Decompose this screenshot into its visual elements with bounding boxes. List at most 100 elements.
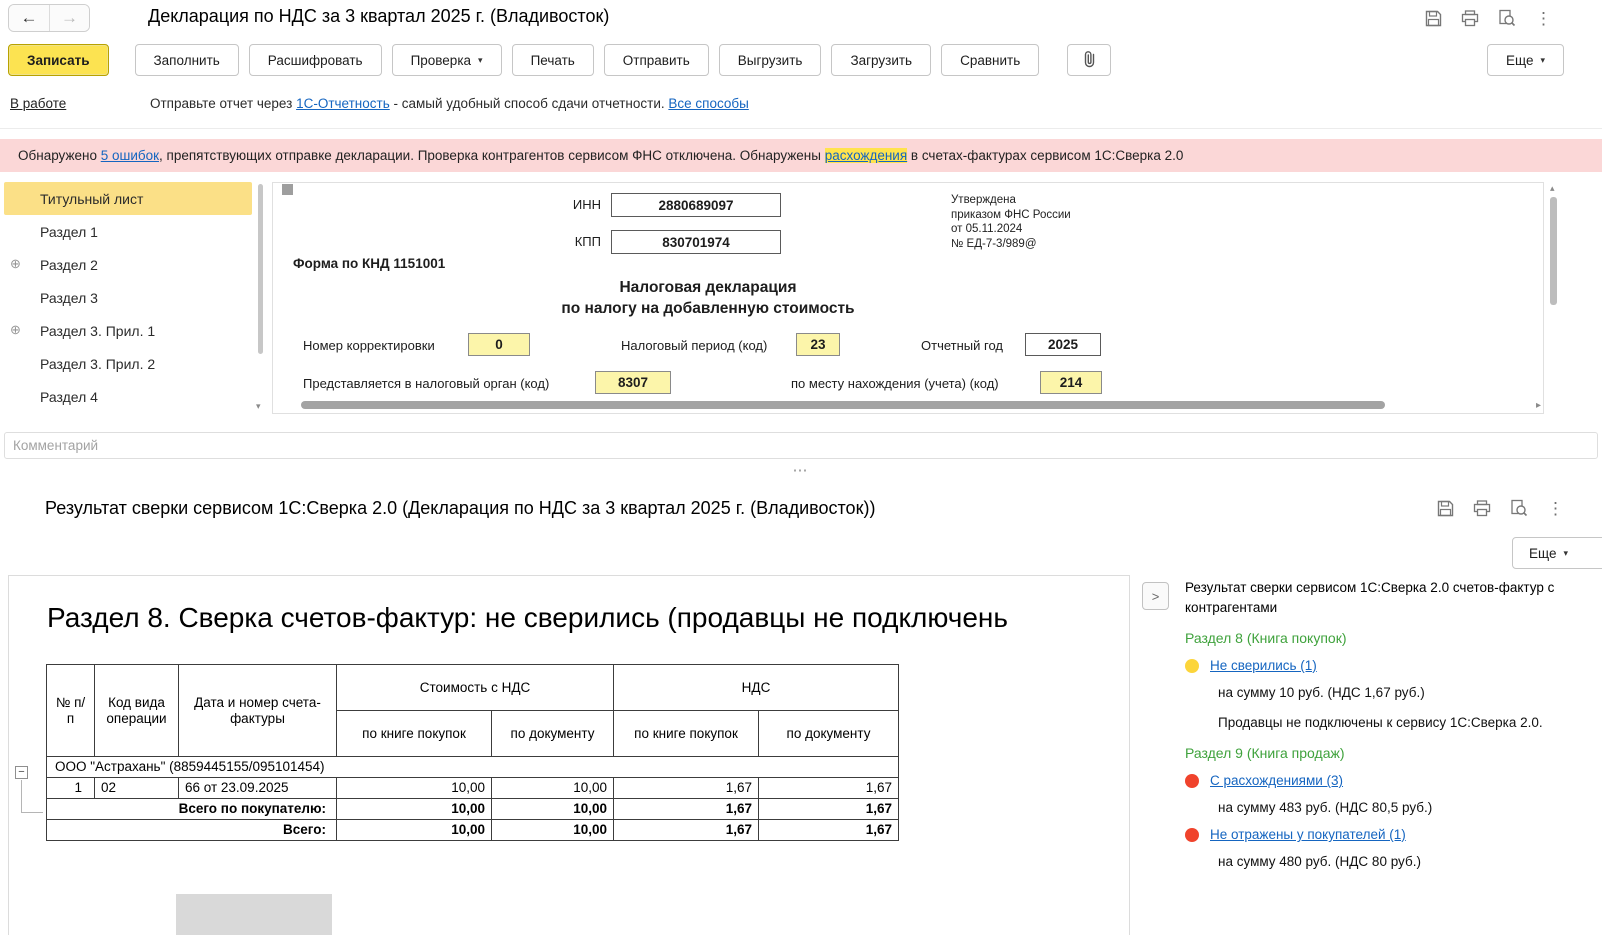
vat-by-doc: 1,67 [758, 777, 899, 799]
upload-button[interactable]: Выгрузить [718, 44, 822, 76]
sidebar-scrollbar[interactable]: ▾ [256, 184, 265, 412]
fill-button[interactable]: Заполнить [134, 44, 239, 76]
print-icon[interactable] [1473, 498, 1491, 518]
sidebar-item-section-3-app-1[interactable]: ⊕ Раздел 3. Прил. 1 [4, 314, 252, 347]
scrollbar-thumb[interactable] [1550, 197, 1557, 305]
tax-authority-field[interactable]: 8307 [595, 371, 671, 394]
with-discrepancies-link[interactable]: С расхождениями (3) [1210, 773, 1343, 788]
col-header-by-book: по книге покупок [613, 710, 759, 757]
not-verified-item: Не сверились (1) [1185, 658, 1589, 673]
buyer-total-row: Всего по покупателю: 10,00 10,00 1,67 1,… [46, 798, 899, 820]
sidebar-item-section-3[interactable]: Раздел 3 [4, 281, 252, 314]
sidebar-item-label: Раздел 3. Прил. 2 [40, 355, 156, 372]
window-actions: ⋮ [1425, 8, 1552, 28]
history-nav: ← → [8, 4, 90, 32]
print-icon[interactable] [1461, 8, 1479, 28]
save-icon[interactable] [1437, 498, 1454, 518]
tax-period-field[interactable]: 23 [796, 333, 840, 356]
kpp-field[interactable]: 830701974 [611, 230, 781, 254]
errors-count-link[interactable]: 5 ошибок [101, 148, 159, 163]
not-reflected-link[interactable]: Не отражены у покупателей (1) [1210, 827, 1406, 842]
inn-field[interactable]: 2880689097 [611, 193, 781, 217]
save-button[interactable]: Записать [8, 44, 109, 76]
report-state-link[interactable]: В работе [10, 96, 66, 111]
sidebar-item-label: Раздел 3 [40, 289, 98, 306]
with-discrepancies-sum: на сумму 483 руб. (НДС 80,5 руб.) [1218, 800, 1433, 815]
col-header-opcode: Код вида операции [94, 664, 179, 757]
forward-arrow-icon[interactable]: → [49, 5, 89, 31]
comment-input[interactable] [4, 432, 1598, 459]
total-cell: 1,67 [613, 798, 759, 820]
scroll-down-icon[interactable]: ▾ [256, 401, 261, 412]
download-button[interactable]: Загрузить [831, 44, 932, 76]
send-button[interactable]: Отправить [603, 44, 709, 76]
col-header-by-doc: по документу [758, 710, 899, 757]
error-banner: Обнаружено 5 ошибок, препятствующих отпр… [0, 139, 1602, 172]
scrollbar-thumb[interactable] [301, 401, 1386, 409]
save-icon[interactable] [1425, 8, 1442, 28]
expand-plus-icon[interactable]: ⊕ [10, 257, 21, 270]
invoice-row[interactable]: 1 02 66 от 23.09.2025 10,00 10,00 1,67 1… [46, 777, 899, 799]
col-header-invoice: Дата и номер счета-фактуры [178, 664, 337, 757]
sidebar-item-section-3-app-2[interactable]: Раздел 3. Прил. 2 [4, 347, 252, 380]
invoice-ref: 66 от 23.09.2025 [178, 777, 337, 799]
scroll-up-icon[interactable]: ▴ [1550, 183, 1555, 194]
reconciliation-window-titlebar: Результат сверки сервисом 1С:Сверка 2.0 … [0, 488, 1602, 528]
more-button-bottom[interactable]: Еще ▾ [1512, 537, 1602, 569]
more-button-label: Еще [1529, 545, 1557, 561]
buyer-total-label: Всего по покупателю: [46, 798, 337, 820]
more-vertical-icon[interactable]: ⋮ [1535, 8, 1552, 28]
reconciliation-report: Раздел 8. Сверка счетов-фактур: не свери… [8, 575, 1130, 935]
correction-field[interactable]: 0 [468, 333, 530, 356]
counterparty-group-row[interactable]: ООО "Астрахань" (8859445155/095101454) [46, 756, 899, 778]
location-code-field[interactable]: 214 [1040, 371, 1102, 394]
expand-plus-icon[interactable]: ⊕ [10, 323, 21, 336]
discrepancies-link[interactable]: расхождения [824, 148, 908, 163]
sidebar-item-section-1[interactable]: Раздел 1 [4, 215, 252, 248]
group-bracket-line [21, 812, 43, 813]
back-arrow-icon[interactable]: ← [9, 5, 49, 31]
status-row: В работе Отправьте отчет через 1С-Отчетн… [0, 88, 1602, 124]
collapse-minus-icon[interactable]: − [15, 766, 28, 779]
attachment-button[interactable] [1067, 44, 1112, 76]
sidebar-item-label: Раздел 1 [40, 223, 98, 240]
command-bar: Записать Заполнить Расшифровать Проверка… [8, 42, 1602, 78]
total-cell: 10,00 [491, 819, 614, 841]
location-code-label: по месту нахождения (учета) (код) [791, 376, 999, 391]
all-methods-link[interactable]: Все способы [668, 96, 748, 111]
form-horizontal-scrollbar[interactable]: ▸ [297, 400, 1541, 411]
more-button[interactable]: Еще ▾ [1487, 44, 1564, 76]
total-cell: 10,00 [336, 819, 492, 841]
1c-vat-declaration-screen: ← → Декларация по НДС за 3 квартал 2025 … [0, 0, 1602, 935]
col-header-by-book: по книге покупок [336, 710, 492, 757]
yellow-status-dot-icon [1185, 658, 1199, 673]
paperclip-icon [1081, 50, 1097, 71]
print-button[interactable]: Печать [511, 44, 594, 76]
report-year-field[interactable]: 2025 [1025, 333, 1101, 356]
window-splitter-handle[interactable]: ⋯ [0, 461, 1602, 479]
panel-collapse-button[interactable]: > [1142, 582, 1169, 610]
sidebar-item-section-2[interactable]: ⊕ Раздел 2 [4, 248, 252, 281]
not-verified-sum: на сумму 10 руб. (НДС 1,67 руб.) [1218, 685, 1425, 700]
not-verified-link[interactable]: Не сверились (1) [1210, 658, 1317, 673]
more-button-label: Еще [1506, 52, 1534, 68]
scrollbar-thumb[interactable] [258, 184, 263, 354]
form-vertical-scrollbar[interactable]: ▴ [1548, 183, 1560, 413]
sidebar-item-title-page[interactable]: Титульный лист [4, 182, 252, 215]
1c-reporting-link[interactable]: 1С-Отчетность [296, 96, 390, 111]
kpp-label: КПП [574, 234, 601, 249]
invoices-table: № п/п Код вида операции Дата и номер сче… [46, 664, 899, 841]
compare-button[interactable]: Сравнить [941, 44, 1040, 76]
grand-total-label: Всего: [46, 819, 337, 841]
decipher-button[interactable]: Расшифровать [248, 44, 382, 76]
grand-total-row: Всего: 10,00 10,00 1,67 1,67 [46, 819, 899, 841]
section-8-title: Раздел 8 (Книга покупок) [1185, 630, 1347, 646]
preview-search-icon[interactable] [1510, 498, 1528, 518]
not-reflected-sum: на сумму 480 руб. (НДС 80 руб.) [1218, 854, 1421, 869]
more-vertical-icon[interactable]: ⋮ [1547, 498, 1564, 518]
chevron-down-icon: ▾ [1540, 54, 1545, 65]
sidebar-item-section-4[interactable]: Раздел 4 [4, 380, 252, 413]
check-button[interactable]: Проверка ▾ [391, 44, 502, 76]
scroll-right-icon[interactable]: ▸ [1536, 400, 1541, 411]
preview-search-icon[interactable] [1498, 8, 1516, 28]
